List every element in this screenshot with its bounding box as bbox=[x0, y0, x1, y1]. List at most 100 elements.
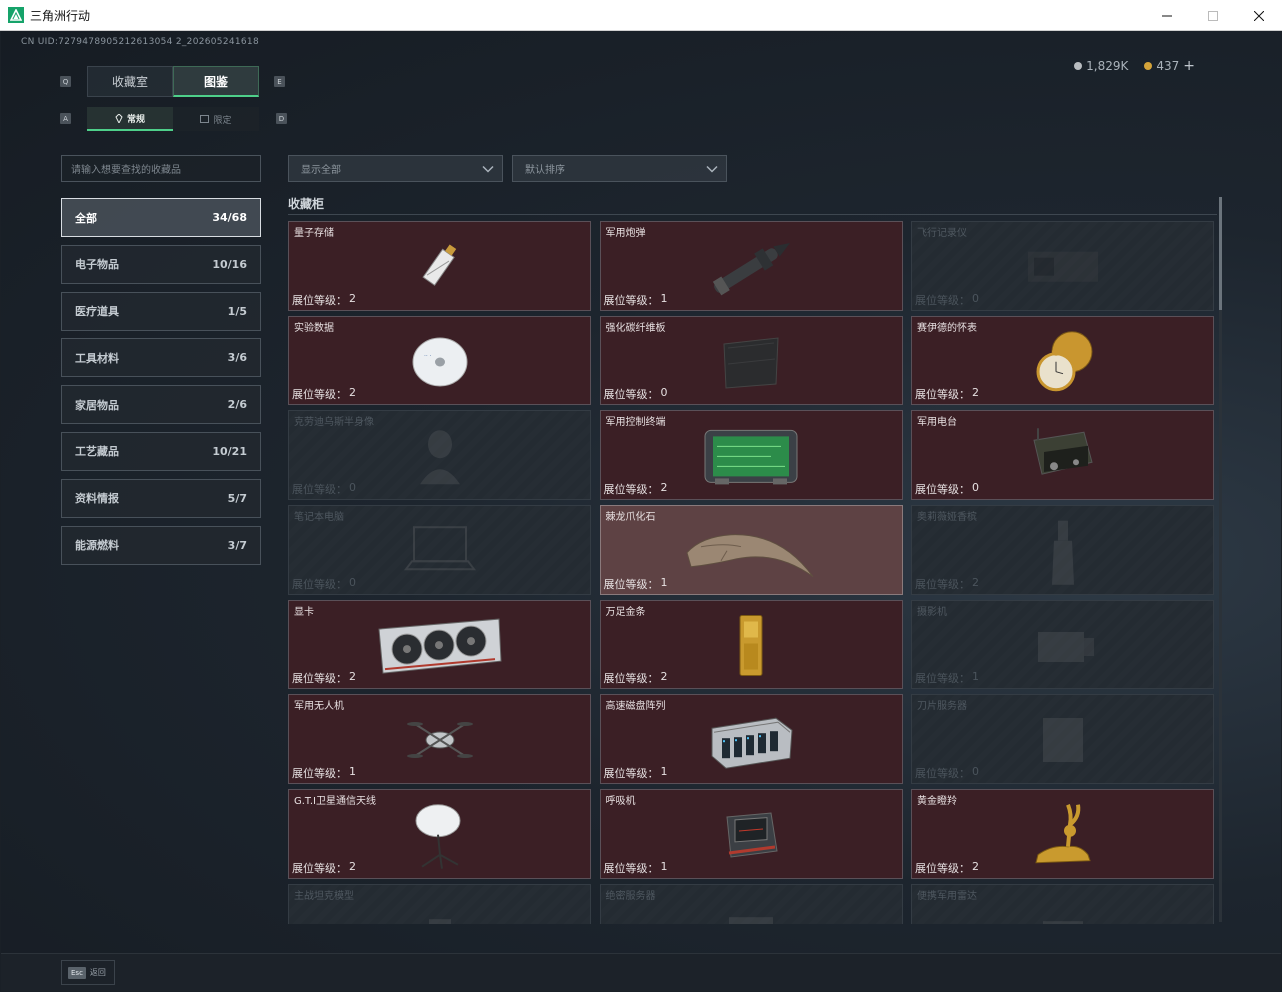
level-label: 展位等级： bbox=[292, 293, 347, 307]
sub-tabs: 常规 限定 bbox=[87, 107, 259, 131]
level-value: 2 bbox=[349, 859, 356, 873]
card-item-name: 强化碳纤维板 bbox=[605, 322, 666, 334]
key-hint-d: D bbox=[276, 113, 287, 124]
card-item-name: 军用炮弹 bbox=[605, 228, 646, 239]
tab-collection-room[interactable]: 收藏室 bbox=[87, 66, 173, 97]
claw-fossil-icon bbox=[681, 517, 821, 591]
card-level: 展位等级： 1 bbox=[915, 670, 979, 686]
tab-limited[interactable]: 限定 bbox=[173, 107, 259, 131]
category-label: 资料情报 bbox=[75, 492, 119, 506]
maximize-button[interactable] bbox=[1190, 0, 1236, 31]
collection-card[interactable]: 主战坦克模型 bbox=[288, 883, 591, 924]
card-level: 展位等级： 0 bbox=[604, 386, 668, 402]
level-label: 展位等级： bbox=[915, 767, 970, 781]
uid-text: CN UID:7279478905212613054 2_20260524161… bbox=[21, 37, 259, 47]
collection-card[interactable]: 军用控制终端 展位等级： 2 bbox=[599, 410, 903, 501]
gold-coin-icon bbox=[1144, 62, 1153, 70]
card-level: 展位等级： 0 bbox=[915, 292, 979, 308]
tab-catalog[interactable]: 图鉴 bbox=[173, 66, 259, 97]
card-item-name: 刀片服务器 bbox=[917, 701, 967, 713]
collection-card[interactable]: 高速磁盘阵列 展位等级： 1 bbox=[599, 694, 903, 785]
level-value: 2 bbox=[972, 859, 979, 873]
collection-card[interactable]: 军用电台 展位等级： 0 bbox=[911, 410, 1214, 501]
collection-card[interactable]: 显卡 展位等级： 2 bbox=[288, 599, 591, 690]
display-filter-dropdown[interactable]: 显示全部 bbox=[288, 155, 503, 182]
sort-dropdown[interactable]: 默认排序 bbox=[512, 155, 727, 182]
level-value: 1 bbox=[972, 670, 979, 684]
chevron-down-icon bbox=[482, 165, 494, 173]
back-label: 返回 bbox=[89, 968, 106, 977]
collection-card[interactable]: 便携军用雷达 bbox=[911, 883, 1214, 924]
level-label: 展位等级： bbox=[603, 483, 659, 497]
category-household[interactable]: 家居物品 2/6 bbox=[61, 385, 261, 425]
collection-card[interactable]: 克劳迪乌斯半身像展位等级： 0 bbox=[288, 410, 591, 501]
card-item-name: 军用电台 bbox=[917, 417, 957, 429]
tab-regular-label: 常规 bbox=[126, 114, 145, 125]
collection-card[interactable]: 呼吸机 展位等级： 1 bbox=[599, 789, 903, 879]
minimize-button[interactable] bbox=[1144, 0, 1190, 31]
collection-card[interactable]: 实验数据 .. . 展位等级： 2 bbox=[288, 315, 591, 406]
level-value: 0 bbox=[660, 386, 668, 400]
card-item-name: 克劳迪乌斯半身像 bbox=[294, 417, 374, 429]
category-count: 2/6 bbox=[227, 398, 247, 412]
level-value: 1 bbox=[660, 575, 668, 589]
add-currency-button[interactable]: + bbox=[1183, 58, 1195, 74]
category-count: 10/21 bbox=[212, 444, 247, 458]
scroll-thumb[interactable] bbox=[1219, 197, 1222, 310]
category-crafts[interactable]: 工艺藏品 10/21 bbox=[61, 431, 261, 471]
tab-regular[interactable]: 常规 bbox=[87, 107, 173, 131]
grid-scrollbar[interactable] bbox=[1219, 197, 1222, 922]
collection-card[interactable]: 棘龙爪化石 展位等级： 1 bbox=[599, 505, 903, 595]
collection-grid: 量子存储 展位等级： 2 军用炮弹 展位等级： 1 飞行记录仪 展位等级： 0 实验数据.. .展… bbox=[288, 221, 1214, 924]
carbon-plate-icon bbox=[718, 334, 784, 394]
collection-card[interactable]: 飞行记录仪 展位等级： 0 bbox=[911, 221, 1214, 311]
collection-card[interactable]: 赛伊德的怀表 展位等级： 2 bbox=[911, 315, 1214, 406]
card-level: 展位等级： 0 bbox=[292, 576, 356, 592]
collection-card[interactable]: 绝密服务器 bbox=[599, 883, 903, 924]
window-titlebar: 三角洲行动 bbox=[0, 0, 1282, 31]
radio-icon bbox=[1028, 426, 1098, 490]
card-item-name: 便携军用雷达 bbox=[917, 890, 977, 902]
level-value: 2 bbox=[349, 386, 356, 400]
category-energy[interactable]: 能源燃料 3/7 bbox=[61, 525, 261, 565]
category-all[interactable]: 全部 34/68 bbox=[61, 198, 261, 237]
radar-icon bbox=[1033, 909, 1093, 924]
category-electronics[interactable]: 电子物品 10/16 bbox=[61, 244, 261, 284]
camera-icon bbox=[1028, 618, 1098, 678]
card-level: 展位等级： 0 bbox=[292, 481, 356, 497]
collection-card[interactable]: 军用无人机 展位等级： 1 bbox=[288, 694, 591, 785]
card-item-name: 呼吸机 bbox=[605, 796, 636, 808]
chevron-down-icon bbox=[706, 165, 718, 173]
collection-card[interactable]: 摄影机 展位等级： 1 bbox=[911, 599, 1214, 690]
collection-card[interactable]: 黄金瞪羚 展位等级： 2 bbox=[911, 789, 1214, 879]
collection-card[interactable]: 笔记本电脑 展位等级： 0 bbox=[288, 505, 591, 595]
collection-card[interactable]: G.T.I卫星通信天线 展位等级： 2 bbox=[288, 789, 591, 879]
card-item-name: 绝密服务器 bbox=[605, 890, 656, 902]
category-count: 1/5 bbox=[227, 304, 247, 318]
search-input[interactable]: 请输入想要查找的收藏品 bbox=[61, 155, 261, 182]
back-button[interactable]: Esc 返回 bbox=[61, 960, 115, 985]
category-medical[interactable]: 医疗道具 1/5 bbox=[61, 291, 261, 331]
collection-card[interactable]: 量子存储 展位等级： 2 bbox=[288, 221, 591, 311]
section-divider bbox=[288, 214, 1217, 215]
category-tools[interactable]: 工具材料 3/6 bbox=[61, 338, 261, 378]
category-label: 工具材料 bbox=[75, 351, 119, 365]
category-intel[interactable]: 资料情报 5/7 bbox=[61, 478, 261, 518]
collection-card[interactable]: 奥莉薇娅香槟 展位等级： 2 bbox=[911, 505, 1214, 595]
collection-card[interactable]: 万足金条 展位等级： 2 bbox=[599, 599, 903, 690]
level-label: 展位等级： bbox=[292, 672, 347, 686]
sort-value: 默认排序 bbox=[525, 165, 565, 176]
collection-card[interactable]: 军用炮弹 展位等级： 1 bbox=[599, 221, 903, 311]
close-button[interactable] bbox=[1236, 0, 1282, 31]
usb-drive-icon bbox=[410, 239, 470, 299]
card-item-name: 奥莉薇娅香槟 bbox=[917, 512, 977, 524]
card-level: 展位等级： 2 bbox=[915, 860, 979, 876]
level-value: 1 bbox=[349, 765, 356, 779]
collection-card[interactable]: 刀片服务器 展位等级： 0 bbox=[911, 694, 1214, 785]
card-level: 展位等级： 2 bbox=[292, 386, 356, 402]
collection-card[interactable]: 强化碳纤维板展位等级： 0 bbox=[599, 315, 903, 406]
card-item-name: 主战坦克模型 bbox=[294, 890, 354, 902]
blade-server-icon bbox=[1033, 712, 1093, 772]
pocket-watch-icon bbox=[1030, 327, 1096, 401]
footer-bar bbox=[1, 953, 1281, 991]
